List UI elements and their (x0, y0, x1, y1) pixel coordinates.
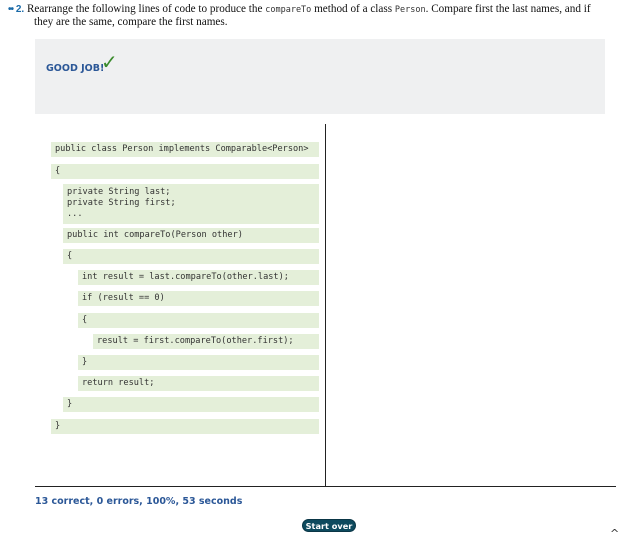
question-text-after: . Compare first the last names, and if (425, 3, 591, 15)
question-text-before: Rearrange the following lines of code to… (26, 3, 263, 15)
code-line-if[interactable]: if (result == 0) (78, 291, 319, 306)
code-line-return[interactable]: return result; (78, 376, 319, 391)
code-line-close-brace-if[interactable]: } (78, 355, 319, 370)
question-code-person: Person (394, 5, 426, 15)
checkmark-icon: ✓ (101, 50, 118, 74)
panel-divider (325, 124, 326, 487)
feedback-box: GOOD JOB! ✓ (35, 39, 605, 114)
code-line-open-brace-if[interactable]: { (78, 313, 319, 328)
code-line-class-decl[interactable]: public class Person implements Comparabl… (51, 142, 319, 157)
question-dots: •• (8, 4, 14, 15)
question-prompt: •• 2. Rearrange the following lines of c… (8, 3, 608, 28)
code-line-open-brace-class[interactable]: { (51, 164, 319, 179)
feedback-message: GOOD JOB! (46, 63, 105, 74)
code-line-fields[interactable]: private String last; private String firs… (63, 184, 319, 224)
bottom-divider (35, 486, 616, 487)
code-line-result-assign[interactable]: int result = last.compareTo(other.last); (78, 270, 319, 285)
code-line-close-brace-class[interactable]: } (51, 419, 319, 434)
question-text-middle: method of a class (314, 3, 393, 15)
code-line-close-brace-method[interactable]: } (63, 397, 319, 412)
start-over-button[interactable]: Start over (302, 519, 356, 532)
question-number: 2. (15, 4, 25, 15)
code-lines-panel: public class Person implements Comparabl… (35, 124, 325, 486)
question-line-2: they are the same, compare the first nam… (34, 16, 228, 28)
score-status: 13 correct, 0 errors, 100%, 53 seconds (35, 496, 243, 507)
code-line-result-first[interactable]: result = first.compareTo(other.first); (93, 334, 319, 349)
question-code-compareto: compareTo (265, 5, 312, 15)
code-line-open-brace-method[interactable]: { (63, 249, 319, 264)
scroll-up-icon[interactable]: ^ (610, 527, 619, 540)
code-line-method-decl[interactable]: public int compareTo(Person other) (63, 228, 319, 243)
